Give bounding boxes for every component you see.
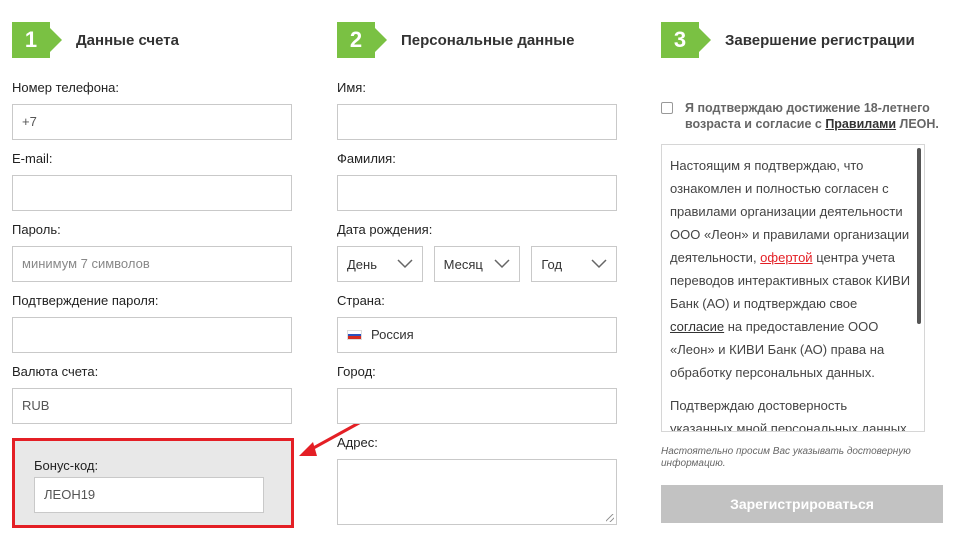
step-3-header: 3 Завершение регистрации: [661, 22, 943, 58]
surname-field: Фамилия:: [337, 151, 617, 211]
step-2-header: 2 Персональные данные: [337, 22, 617, 58]
bonus-code-input[interactable]: ЛЕОН19: [34, 477, 264, 513]
bonus-code-label: Бонус-код:: [34, 458, 99, 473]
currency-field: Валюта счета: RUB: [12, 364, 292, 424]
step-2-title: Персональные данные: [401, 31, 575, 49]
bonus-code-box: Бонус-код: ЛЕОН19: [12, 438, 294, 528]
account-column: 1 Данные счета: [12, 22, 292, 58]
address-textarea[interactable]: [337, 459, 617, 525]
step-1-title: Данные счета: [76, 31, 179, 49]
surname-label: Фамилия:: [337, 151, 396, 166]
confirm-password-input[interactable]: [12, 317, 292, 353]
email-field: E-mail:: [12, 151, 292, 211]
email-label: E-mail:: [12, 151, 53, 166]
address-field: Адрес:: [337, 435, 617, 525]
confirm-password-label: Подтверждение пароля:: [12, 293, 159, 308]
password-label: Пароль:: [12, 222, 61, 237]
terms-text-a: Настоящим я подтверждаю, что ознакомлен …: [670, 158, 910, 265]
step-3-badge: 3: [661, 22, 711, 58]
name-label: Имя:: [337, 80, 366, 95]
register-button[interactable]: Зарегистрироваться: [661, 485, 943, 523]
agree-text-end: ЛЕОН.: [896, 117, 939, 131]
city-field: Город:: [337, 364, 617, 424]
terms-paragraph-2: Подтверждаю достоверность указанных мной…: [670, 398, 911, 432]
name-field: Имя:: [337, 80, 617, 140]
year-select[interactable]: Год: [531, 246, 617, 282]
terms-text-box[interactable]: Настоящим я подтверждаю, что ознакомлен …: [661, 144, 925, 432]
country-value: Россия: [371, 327, 414, 342]
chevron-down-icon: [494, 259, 510, 269]
address-label: Адрес:: [337, 435, 378, 450]
consent-link[interactable]: согласие: [670, 319, 724, 334]
currency-label: Валюта счета:: [12, 364, 99, 379]
surname-input[interactable]: [337, 175, 617, 211]
personal-column: 2 Персональные данные: [337, 22, 617, 58]
email-input[interactable]: [12, 175, 292, 211]
confirm-password-field: Подтверждение пароля:: [12, 293, 292, 353]
country-label: Страна:: [337, 293, 385, 308]
phone-field: Номер телефона: +7: [12, 80, 292, 140]
day-select[interactable]: День: [337, 246, 423, 282]
country-select[interactable]: Россия: [337, 317, 617, 353]
resize-handle-icon[interactable]: [606, 514, 614, 522]
terms-paragraph-1: Настоящим я подтверждаю, что ознакомлен …: [670, 154, 912, 384]
accuracy-note: Настоятельно просим Вас указывать достов…: [661, 446, 911, 469]
city-label: Город:: [337, 364, 376, 379]
step-2-badge: 2: [337, 22, 387, 58]
birthdate-selects: День Месяц Год: [337, 246, 617, 282]
birthdate-field: Дата рождения: День Месяц Год: [337, 222, 617, 282]
chevron-down-icon: [397, 259, 413, 269]
password-field: Пароль: минимум 7 символов: [12, 222, 292, 282]
year-select-value: Год: [541, 256, 563, 272]
currency-select[interactable]: RUB: [12, 388, 292, 424]
country-field: Страна: Россия: [337, 293, 617, 353]
rules-link[interactable]: Правилами: [825, 117, 896, 131]
finish-column: 3 Завершение регистрации Я подтверждаю д…: [661, 22, 943, 523]
password-input[interactable]: минимум 7 символов: [12, 246, 292, 282]
birthdate-label: Дата рождения:: [337, 222, 433, 237]
day-select-value: День: [347, 256, 377, 272]
russia-flag-icon: [347, 330, 362, 340]
terms-scrollbar[interactable]: [917, 148, 921, 324]
step-1-badge: 1: [12, 22, 62, 58]
step-3-title: Завершение регистрации: [725, 31, 915, 49]
name-input[interactable]: [337, 104, 617, 140]
offer-link[interactable]: офертой: [760, 250, 812, 265]
month-select-value: Месяц: [443, 256, 483, 272]
step-1-header: 1 Данные счета: [12, 22, 292, 58]
agree-text: Я подтверждаю достижение 18-летнего возр…: [685, 100, 943, 132]
phone-label: Номер телефона:: [12, 80, 119, 95]
chevron-down-icon: [591, 259, 607, 269]
city-input[interactable]: [337, 388, 617, 424]
age-agreement: Я подтверждаю достижение 18-летнего возр…: [661, 100, 943, 132]
phone-input[interactable]: +7: [12, 104, 292, 140]
agree-checkbox[interactable]: [661, 102, 673, 114]
month-select[interactable]: Месяц: [433, 246, 521, 282]
